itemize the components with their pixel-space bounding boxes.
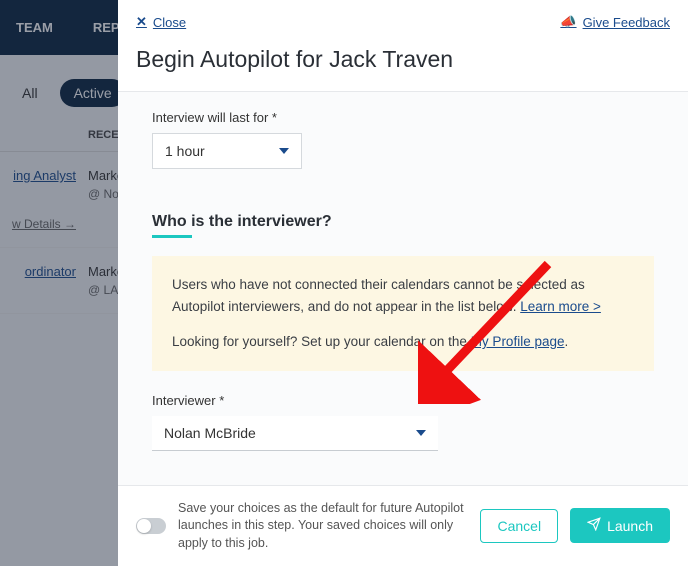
- info-text-2a: Looking for yourself? Set up your calend…: [172, 334, 471, 349]
- close-button[interactable]: ✕ Close: [136, 14, 186, 30]
- chevron-down-icon: [416, 430, 426, 436]
- interviewer-label: Interviewer *: [152, 393, 654, 408]
- modal-body[interactable]: Interview will last for * 1 hour Who is …: [118, 92, 688, 485]
- modal-title: Begin Autopilot for Jack Traven: [118, 36, 688, 92]
- modal-footer: Save your choices as the default for fut…: [118, 485, 688, 566]
- feedback-label: Give Feedback: [583, 15, 670, 30]
- megaphone-icon: 📣: [560, 14, 576, 30]
- duration-select[interactable]: 1 hour: [152, 133, 302, 169]
- interviewer-value: Nolan McBride: [164, 425, 256, 441]
- launch-button[interactable]: Launch: [570, 508, 670, 543]
- modal-header-bar: ✕ Close 📣 Give Feedback: [118, 0, 688, 36]
- interviewer-select[interactable]: Nolan McBride: [152, 416, 438, 451]
- my-profile-link[interactable]: My Profile page: [471, 334, 565, 349]
- give-feedback-link[interactable]: 📣 Give Feedback: [560, 14, 670, 30]
- info-text-2b: .: [564, 334, 568, 349]
- save-default-text: Save your choices as the default for fut…: [178, 500, 468, 553]
- duration-value: 1 hour: [165, 143, 205, 159]
- close-icon: ✕: [136, 14, 147, 30]
- duration-label: Interview will last for *: [152, 110, 654, 125]
- learn-more-link[interactable]: Learn more >: [520, 299, 601, 314]
- autopilot-modal: ✕ Close 📣 Give Feedback Begin Autopilot …: [118, 0, 688, 566]
- chevron-down-icon: [279, 148, 289, 154]
- calendar-info-box: Users who have not connected their calen…: [152, 256, 654, 371]
- cancel-button[interactable]: Cancel: [480, 509, 558, 543]
- paper-plane-icon: [587, 517, 601, 534]
- launch-label: Launch: [607, 518, 653, 534]
- close-label: Close: [153, 15, 186, 30]
- save-default-toggle[interactable]: [136, 518, 166, 534]
- cancel-label: Cancel: [497, 518, 541, 534]
- interviewer-section-heading: Who is the interviewer?: [152, 213, 332, 238]
